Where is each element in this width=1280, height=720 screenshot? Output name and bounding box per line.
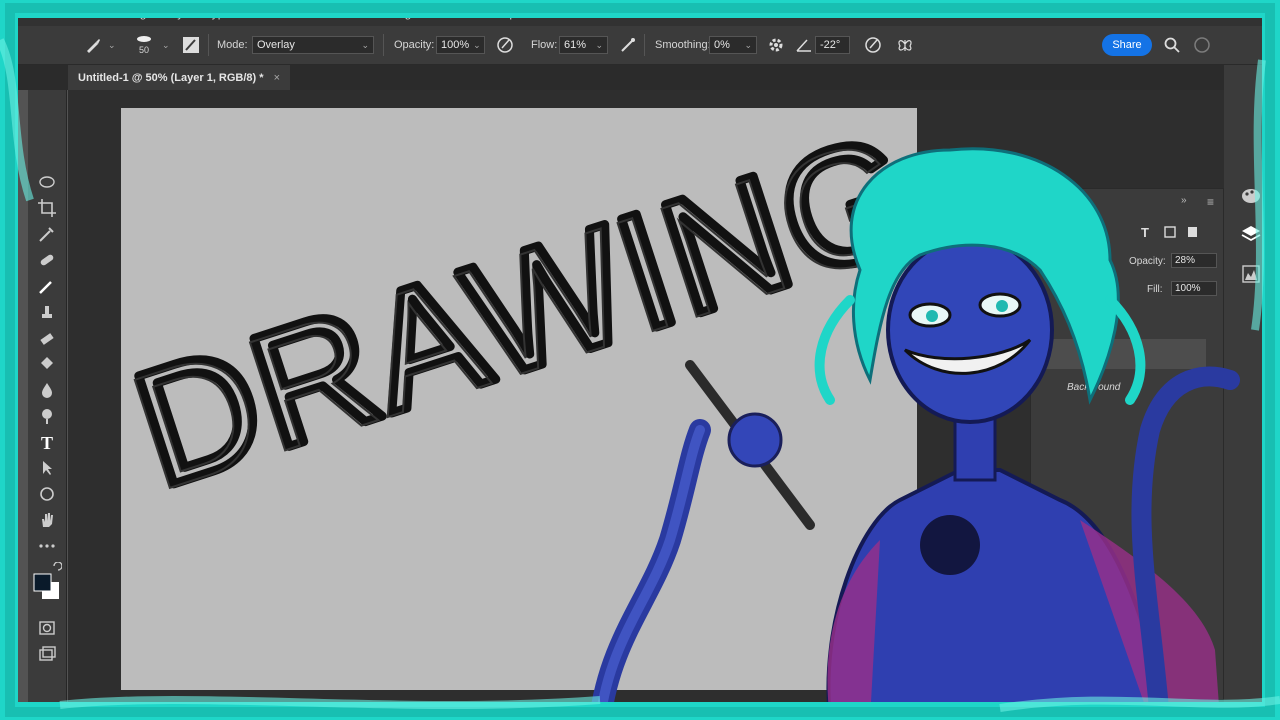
layer-effects-button[interactable]: fx bbox=[1055, 683, 1064, 697]
flow-field[interactable]: 61% ⌄ bbox=[559, 26, 608, 64]
symmetry-butterfly-icon[interactable] bbox=[896, 36, 914, 54]
healing-brush-icon[interactable] bbox=[37, 250, 57, 270]
type-filter-icon[interactable]: T bbox=[1139, 225, 1153, 239]
document-tab-title: Untitled-1 @ 50% (Layer 1, RGB/8) * bbox=[78, 71, 264, 84]
share-button[interactable]: Share bbox=[1102, 34, 1152, 56]
mode-label: Mode: bbox=[217, 39, 248, 51]
lasso-tool-icon[interactable] bbox=[37, 174, 57, 194]
swap-colors-icon bbox=[53, 562, 62, 571]
photoshop-window: Edit Image Layer Type Select Filter 3D V… bbox=[0, 0, 1280, 720]
chevron-down-icon: ⌄ bbox=[595, 39, 603, 50]
menu-filter[interactable]: Filter bbox=[286, 6, 313, 20]
mode-select[interactable]: Overlay ⌄ bbox=[252, 26, 374, 64]
menu-layer[interactable]: Layer bbox=[164, 6, 194, 20]
layer-opacity-value: 28% bbox=[1175, 255, 1196, 266]
brush-size-chevron-icon[interactable]: ⌄ bbox=[162, 26, 170, 64]
brush-tool-icon[interactable] bbox=[37, 276, 57, 296]
path-selection-icon[interactable] bbox=[37, 458, 57, 478]
layer-opacity-field[interactable]: 28% bbox=[1171, 253, 1217, 268]
layers-panel: » ≡ T Opacity: 28% Fill: 100% Background… bbox=[1030, 188, 1224, 700]
brush-settings-icon[interactable] bbox=[182, 36, 200, 54]
chevron-down-icon: ⌄ bbox=[361, 39, 369, 50]
menu-select[interactable]: Select bbox=[242, 6, 275, 20]
more-tools-icon[interactable] bbox=[37, 536, 57, 556]
airbrush-icon[interactable] bbox=[619, 36, 637, 54]
panel-menu-icon[interactable]: ≡ bbox=[1207, 195, 1214, 209]
pressure-size-icon[interactable] bbox=[864, 36, 882, 54]
close-icon[interactable]: × bbox=[274, 72, 280, 84]
drawing-artwork: DRAWING DRAWING bbox=[110, 93, 942, 526]
smart-object-filter-icon[interactable] bbox=[1185, 225, 1199, 239]
blur-tool-icon[interactable] bbox=[37, 380, 57, 400]
menu-image[interactable]: Image bbox=[120, 6, 153, 20]
mode-value: Overlay bbox=[257, 39, 295, 51]
background-layer-name[interactable]: Background bbox=[1067, 382, 1120, 393]
brush-size-value: 50 bbox=[138, 45, 149, 55]
menu-plugins[interactable]: Plugins bbox=[387, 6, 426, 20]
ellipse-tool-icon[interactable] bbox=[37, 484, 57, 504]
menu-3d[interactable]: 3D bbox=[324, 6, 339, 20]
options-bar: ⌄ 50 ⌄ Mode: Overlay ⌄ Opacity: 100% ⌄ Flo… bbox=[0, 26, 1280, 65]
chevron-down-icon: ⌄ bbox=[473, 39, 481, 50]
opacity-field[interactable]: 100% ⌄ bbox=[436, 26, 485, 64]
smoothing-label: Smoothing: bbox=[655, 39, 711, 51]
help-icon[interactable] bbox=[1193, 36, 1211, 54]
histogram-icon[interactable] bbox=[1240, 263, 1262, 285]
document-canvas[interactable]: DRAWING DRAWING bbox=[110, 93, 942, 690]
layer-fill-field[interactable]: 100% bbox=[1171, 281, 1217, 296]
screen-mode-icon[interactable] bbox=[37, 644, 57, 664]
opacity-label: Opacity: bbox=[394, 39, 435, 51]
menu-window[interactable]: Window bbox=[438, 6, 481, 20]
shape-filter-icon[interactable] bbox=[1163, 225, 1177, 239]
svg-text:T: T bbox=[41, 433, 53, 452]
layer-fill-value: 100% bbox=[1175, 283, 1201, 294]
eyedropper-tool-icon[interactable] bbox=[37, 224, 57, 244]
type-tool-icon[interactable]: T bbox=[37, 432, 57, 452]
paint-bucket-icon[interactable] bbox=[37, 354, 57, 374]
angle-field[interactable]: -22° bbox=[815, 26, 850, 64]
crop-tool-icon[interactable] bbox=[37, 198, 57, 218]
menu-edit[interactable]: Edit bbox=[88, 6, 109, 20]
brush-tool-icon[interactable] bbox=[84, 36, 102, 54]
smoothing-value: 0% bbox=[714, 39, 730, 51]
flow-label: Flow: bbox=[531, 39, 558, 51]
menu-view[interactable]: View bbox=[350, 6, 376, 20]
quick-mask-icon[interactable] bbox=[37, 618, 57, 638]
gear-icon[interactable] bbox=[767, 36, 785, 54]
smoothing-field[interactable]: 0% ⌄ bbox=[709, 26, 757, 64]
layer-row-selected[interactable] bbox=[1031, 339, 1206, 369]
tools-panel: T bbox=[28, 90, 67, 720]
angle-icon bbox=[796, 39, 811, 52]
document-tab[interactable]: Untitled-1 @ 50% (Layer 1, RGB/8) * × bbox=[68, 65, 290, 90]
eraser-tool-icon[interactable] bbox=[37, 328, 57, 348]
brush-preset-picker[interactable]: 50 bbox=[136, 26, 152, 64]
opacity-value: 100% bbox=[441, 39, 470, 51]
layer-fill-label: Fill: bbox=[1147, 284, 1163, 295]
color-palette-icon[interactable] bbox=[1240, 185, 1262, 207]
menu-bar: Edit Image Layer Type Select Filter 3D V… bbox=[0, 0, 1280, 26]
panel-collapse-icon[interactable]: » bbox=[1181, 195, 1187, 206]
search-icon[interactable] bbox=[1163, 36, 1181, 54]
pressure-opacity-icon[interactable] bbox=[496, 36, 514, 54]
layers-icon[interactable] bbox=[1240, 223, 1262, 245]
dodge-tool-icon[interactable] bbox=[37, 406, 57, 426]
brush-preset-chevron-icon[interactable]: ⌄ bbox=[108, 26, 116, 64]
right-panel-dock bbox=[1224, 65, 1280, 720]
drawing-text-sketch: DRAWING bbox=[121, 108, 917, 525]
clone-stamp-icon[interactable] bbox=[37, 302, 57, 322]
angle-value: -22° bbox=[820, 39, 841, 51]
hand-tool-icon[interactable] bbox=[37, 510, 57, 530]
flow-value: 61% bbox=[564, 39, 587, 51]
menu-help[interactable]: Help bbox=[491, 6, 516, 20]
menu-type[interactable]: Type bbox=[205, 6, 231, 20]
color-swatches[interactable] bbox=[32, 562, 62, 612]
status-bar-text: 5796 px (300 ppi) bbox=[188, 704, 259, 714]
brush-tip-icon bbox=[137, 36, 151, 42]
chevron-down-icon: ⌄ bbox=[744, 39, 752, 50]
layer-opacity-label: Opacity: bbox=[1129, 256, 1166, 267]
svg-text:T: T bbox=[1141, 225, 1149, 239]
